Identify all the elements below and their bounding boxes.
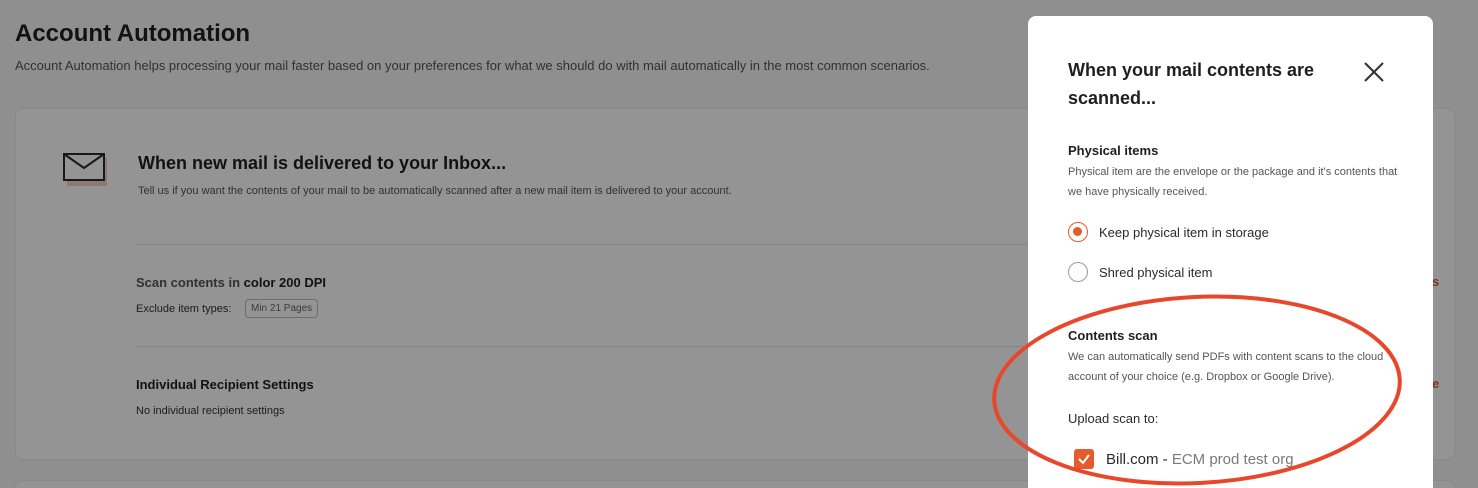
- radio-label: Keep physical item in storage: [1099, 224, 1269, 240]
- radio-button[interactable]: [1068, 262, 1088, 282]
- destination-name: Bill.com -: [1106, 450, 1168, 468]
- close-icon[interactable]: [1362, 60, 1386, 84]
- scan-settings-modal: When your mail contents are scanned... P…: [1028, 16, 1433, 488]
- radio-keep-physical-item[interactable]: Keep physical item in storage: [1068, 221, 1269, 243]
- radio-shred-physical-item[interactable]: Shred physical item: [1068, 261, 1212, 283]
- physical-items-title: Physical items: [1068, 143, 1159, 158]
- destination-detail: ECM prod test org: [1171, 450, 1294, 468]
- destination-label: Bill.com - ECM prod test org: [1106, 451, 1294, 468]
- contents-scan-title: Contents scan: [1068, 328, 1158, 343]
- radio-label: Shred physical item: [1099, 264, 1213, 280]
- modal-title: When your mail contents are scanned...: [1068, 60, 1315, 108]
- contents-scan-description: We can automatically send PDFs with cont…: [1068, 351, 1384, 383]
- checkmark-icon: [1078, 454, 1090, 465]
- checkbox-checked[interactable]: [1074, 449, 1094, 469]
- upload-scan-label: Upload scan to:: [1068, 411, 1159, 426]
- upload-destination-billcom[interactable]: Bill.com - ECM prod test org: [1074, 449, 1294, 469]
- physical-items-description: Physical item are the envelope or the pa…: [1068, 166, 1398, 198]
- radio-button-selected[interactable]: [1068, 222, 1088, 242]
